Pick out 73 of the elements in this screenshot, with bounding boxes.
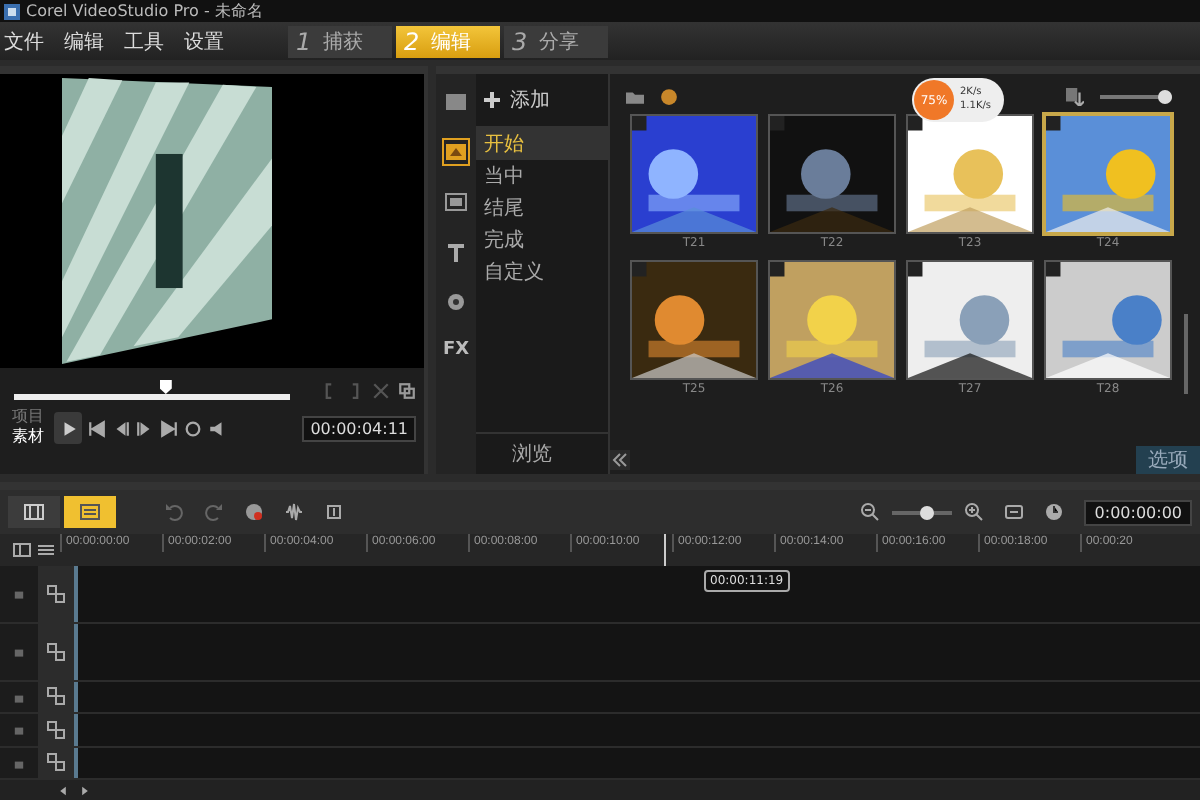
video-track-icon[interactable] [46,583,66,604]
template-thumbnail[interactable] [768,260,896,380]
record-icon[interactable] [244,502,264,522]
menu-item[interactable]: 文件 [4,27,44,55]
scroll-right-icon[interactable] [78,783,92,797]
scroll-left-icon[interactable] [56,783,70,797]
voice-track-icon[interactable] [46,719,66,740]
menu-item[interactable]: 设置 [184,27,224,55]
menu-item[interactable]: 编辑 [64,27,104,55]
collapse-icon[interactable] [610,450,630,470]
repeat-icon[interactable] [184,419,202,437]
volume-icon[interactable] [208,419,226,437]
clock-icon[interactable] [1044,502,1065,522]
overlay-track-icon[interactable] [46,641,66,662]
category-item[interactable]: 自定义 [476,256,608,288]
media-icon[interactable] [444,90,468,114]
category-item[interactable]: 开始 [476,128,608,160]
title-icon[interactable] [444,240,468,264]
timeline-view-button[interactable] [64,496,116,528]
music-track-icon[interactable] [46,752,66,773]
step-tab[interactable]: 1 捕获 [288,25,392,57]
plus-icon [484,92,500,108]
thumbnail-size-slider[interactable] [1100,90,1172,104]
title-track-icon[interactable] [46,686,66,707]
scrubber-thumb[interactable] [159,380,172,394]
audio-mixer-icon[interactable] [284,502,304,522]
template-thumbnail[interactable] [768,114,896,234]
track-manager-icon[interactable] [12,540,32,560]
timeline-icon [80,504,100,520]
graphic-icon[interactable] [444,190,468,214]
template-thumbnail[interactable] [1044,260,1172,380]
app-icon [4,3,20,19]
mode-option[interactable]: 项目 [12,410,44,426]
menu-item[interactable]: 工具 [124,27,164,55]
skip-end-icon[interactable] [160,419,178,437]
template-thumbnail[interactable] [906,114,1034,234]
list-icon[interactable] [36,540,56,560]
folder-icon[interactable] [626,88,644,106]
filter-icon[interactable] [444,290,468,314]
category-item[interactable]: 结尾 [476,192,608,224]
copy-icon[interactable] [398,381,416,399]
storyboard-view-button[interactable] [8,496,60,528]
template-thumbnail[interactable] [906,260,1034,380]
zoom-out-icon[interactable] [860,502,881,522]
play-button[interactable] [54,412,82,444]
template-thumbnail[interactable] [630,114,758,234]
undo-icon[interactable] [164,502,184,522]
step-forward-icon[interactable] [136,419,154,437]
category-item[interactable]: 当中 [476,160,608,192]
transition-icon[interactable] [444,140,468,164]
category-item[interactable]: 完成 [476,224,608,256]
step-back-icon[interactable] [112,419,130,437]
coin-icon[interactable] [660,88,678,106]
redo-icon[interactable] [204,502,224,522]
slider-thumb[interactable] [920,505,935,519]
template-thumbnail[interactable] [1044,114,1172,234]
timecode-field[interactable]: 00:00:04:11 [302,415,416,441]
mode-option[interactable]: 素材 [12,430,44,446]
play-icon [59,419,77,437]
template-thumbnail[interactable] [630,260,758,380]
browse-button[interactable]: 浏览 [476,432,608,474]
window-title: Corel VideoStudio Pro - 未命名 [26,0,263,22]
fx-tab[interactable]: FX [442,340,470,360]
fit-icon[interactable] [1004,502,1025,522]
skip-start-icon[interactable] [88,419,106,437]
options-button[interactable]: 选项 [1136,446,1200,474]
sort-icon[interactable] [1066,88,1084,106]
step-tab[interactable]: 3 分享 [504,25,608,57]
zoom-in-icon[interactable] [964,502,985,522]
timecode-field[interactable]: 0:00:00:00 [1084,499,1192,525]
storyboard-icon [24,504,44,520]
slider-thumb[interactable] [1158,90,1173,104]
auto-music-icon[interactable] [324,502,344,522]
